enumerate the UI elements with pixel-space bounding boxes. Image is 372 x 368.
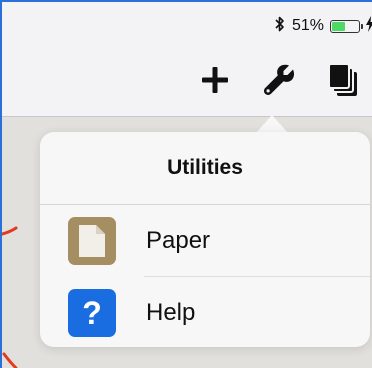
question-mark-glyph: ? [82, 295, 102, 331]
popover-arrow [256, 115, 288, 133]
battery-percent: 51% [291, 17, 324, 34]
utilities-popover: Utilities Paper ? Help [40, 132, 370, 347]
battery-nub [361, 23, 363, 29]
plus-icon [200, 65, 230, 100]
utilities-button[interactable] [258, 61, 300, 103]
documents-button[interactable] [322, 61, 364, 103]
menu-item-paper[interactable]: Paper [40, 205, 370, 277]
menu-item-label: Paper [146, 227, 211, 254]
popover-title: Utilities [40, 132, 370, 205]
help-icon: ? [68, 289, 116, 337]
menu-item-help[interactable]: ? Help [40, 277, 370, 349]
bluetooth-icon [274, 15, 286, 38]
wrench-icon [262, 63, 296, 102]
charging-bolt-icon [366, 15, 372, 37]
add-button[interactable] [194, 61, 236, 103]
paper-icon [68, 217, 116, 265]
menu-item-label: Help [146, 299, 196, 326]
status-bar: 51% [274, 15, 372, 38]
documents-stack-icon [327, 62, 359, 102]
screenshot-frame: 51% Utilities Paper ? Help [0, 0, 372, 368]
battery-fill [332, 21, 345, 31]
battery-icon [330, 19, 363, 33]
toolbar [194, 60, 364, 104]
top-bar: 51% [2, 2, 372, 117]
